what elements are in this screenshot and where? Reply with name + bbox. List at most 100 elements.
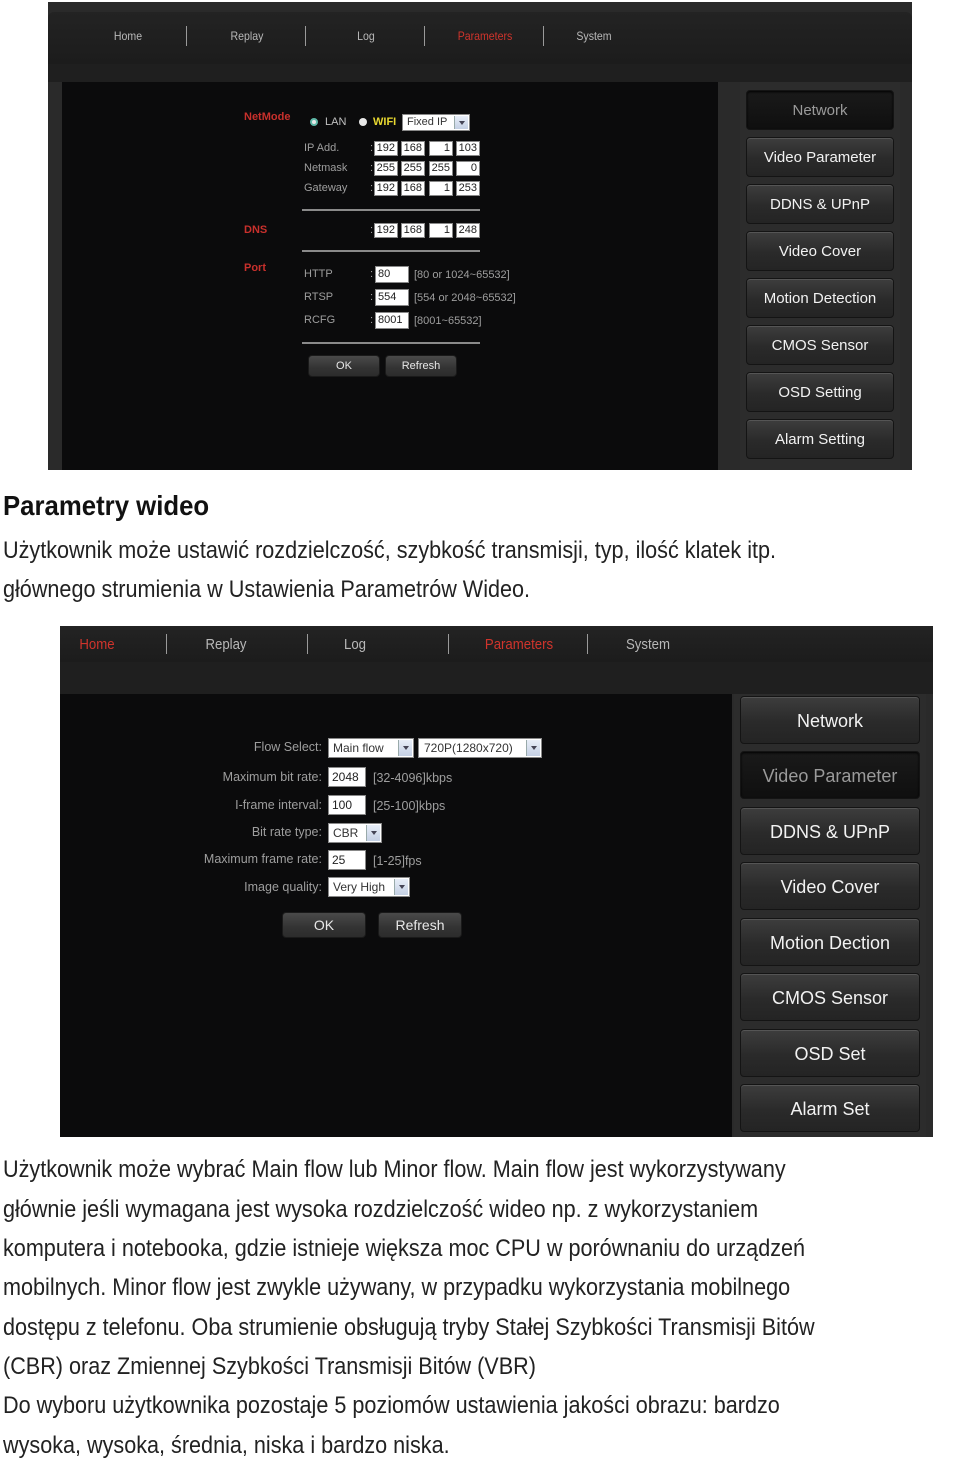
network-settings-screenshot: Home Replay Log Parameters System NetMod…: [48, 2, 912, 470]
tab-separator: [448, 634, 449, 654]
max-bit-rate-label: Maximum bit rate:: [222, 770, 322, 784]
colon: :: [370, 291, 374, 303]
sidebar-item-video-cover[interactable]: Video Cover: [740, 862, 920, 910]
image-quality-label: Image quality:: [244, 880, 322, 894]
tab-parameters[interactable]: Parameters: [450, 29, 520, 43]
chevron-down-icon: [394, 879, 408, 895]
colon: :: [370, 162, 374, 174]
settings-sidebar: Network Video Parameter DDNS & UPnP Vide…: [740, 82, 900, 470]
max-frame-rate-range: [1-25]fps: [373, 854, 422, 868]
ok-button[interactable]: OK: [282, 912, 366, 938]
sidebar-item-cmos-sensor[interactable]: CMOS Sensor: [746, 325, 894, 365]
dns-octet-1[interactable]: 192: [374, 223, 398, 238]
rtsp-port-range: [554 or 2048~65532]: [414, 292, 516, 304]
intro-line-2: głównego strumienia w Ustawienia Paramet…: [3, 576, 531, 603]
netmask-octet-3[interactable]: 255: [429, 161, 453, 176]
divider: [302, 342, 480, 344]
sidebar-item-ddns-upnp[interactable]: DDNS & UPnP: [740, 807, 920, 855]
netmask-octet-4[interactable]: 0: [456, 161, 480, 176]
netmask-octet-1[interactable]: 255: [374, 161, 398, 176]
tab-system[interactable]: System: [568, 29, 621, 43]
tab-replay[interactable]: Replay: [193, 636, 258, 653]
sidebar-item-osd-setting[interactable]: OSD Setting: [746, 372, 894, 412]
divider: [302, 209, 480, 211]
tab-separator: [307, 634, 308, 654]
gateway-octet-1[interactable]: 192: [374, 181, 398, 196]
ip-octet-4[interactable]: 103: [456, 141, 480, 156]
http-port-input[interactable]: 80: [375, 266, 409, 283]
tab-home[interactable]: Home: [64, 636, 129, 653]
resolution-value: 720P(1280x720): [424, 741, 513, 755]
image-quality-dropdown[interactable]: Very High: [328, 877, 410, 897]
wifi-radio[interactable]: [359, 118, 367, 126]
sidebar-item-motion-detection[interactable]: Motion Detection: [746, 278, 894, 318]
tab-separator: [587, 634, 588, 654]
sidebar-item-video-parameter[interactable]: Video Parameter: [740, 751, 920, 799]
video-parameter-screenshot: Home Replay Log Parameters System Flow S…: [60, 626, 933, 1137]
dns-octet-4[interactable]: 248: [456, 223, 480, 238]
lan-radio[interactable]: [310, 118, 318, 126]
iframe-interval-input[interactable]: 100: [328, 795, 366, 815]
netmask-label: Netmask: [304, 162, 348, 174]
bit-rate-type-dropdown[interactable]: CBR: [328, 823, 382, 843]
tab-log[interactable]: Log: [333, 636, 377, 653]
sidebar-item-motion-dection[interactable]: Motion Dection: [740, 918, 920, 966]
bit-rate-type-value: CBR: [333, 826, 359, 840]
body-line-3: komputera i notebooka, gdzie istnieje wi…: [3, 1235, 806, 1262]
ip-address-label: IP Add.: [304, 142, 340, 154]
network-content-panel: NetMode LAN WIFI Fixed IP IP Add. : 192 …: [62, 82, 718, 470]
tab-separator: [166, 634, 167, 654]
sub-bar: [48, 64, 912, 82]
tab-parameters[interactable]: Parameters: [475, 636, 563, 653]
tab-home[interactable]: Home: [102, 29, 155, 43]
tab-system[interactable]: System: [613, 636, 683, 653]
video-content-panel: Flow Select: Main flow 720P(1280x720) Ma…: [60, 694, 732, 1137]
ip-mode-dropdown[interactable]: Fixed IP: [402, 114, 470, 131]
chevron-down-icon: [454, 116, 468, 129]
sidebar-item-network[interactable]: Network: [746, 90, 894, 130]
refresh-button[interactable]: Refresh: [378, 912, 462, 938]
sidebar-item-alarm-set[interactable]: Alarm Set: [740, 1084, 920, 1132]
max-bit-rate-input[interactable]: 2048: [328, 767, 366, 787]
dns-octet-2[interactable]: 168: [401, 223, 425, 238]
max-frame-rate-input[interactable]: 25: [328, 850, 366, 870]
divider: [302, 250, 480, 252]
sidebar-item-video-parameter[interactable]: Video Parameter: [746, 137, 894, 177]
rtsp-port-input[interactable]: 554: [375, 289, 409, 306]
chevron-down-icon: [398, 740, 412, 756]
flow-value: Main flow: [333, 741, 384, 755]
gateway-octet-3[interactable]: 1: [429, 181, 453, 196]
http-port-range: [80 or 1024~65532]: [414, 269, 510, 281]
sidebar-item-ddns-upnp[interactable]: DDNS & UPnP: [746, 184, 894, 224]
resolution-dropdown[interactable]: 720P(1280x720): [418, 738, 542, 758]
chevron-down-icon: [526, 740, 540, 756]
gateway-octet-2[interactable]: 168: [401, 181, 425, 196]
intro-line-1: Użytkownik może ustawić rozdzielczość, s…: [3, 537, 777, 564]
port-label: Port: [244, 262, 266, 274]
sidebar-item-cmos-sensor[interactable]: CMOS Sensor: [740, 973, 920, 1021]
refresh-button[interactable]: Refresh: [385, 355, 457, 377]
tab-replay[interactable]: Replay: [221, 29, 274, 43]
gateway-octet-4[interactable]: 253: [456, 181, 480, 196]
ip-octet-3[interactable]: 1: [429, 141, 453, 156]
flow-dropdown[interactable]: Main flow: [328, 738, 414, 758]
sidebar-item-alarm-setting[interactable]: Alarm Setting: [746, 419, 894, 459]
netmask-octet-2[interactable]: 255: [401, 161, 425, 176]
ok-button[interactable]: OK: [308, 355, 380, 377]
body-line-6: (CBR) oraz Zmiennej Szybkości Transmisji…: [3, 1353, 536, 1380]
tab-separator: [305, 26, 306, 46]
tab-log[interactable]: Log: [340, 29, 393, 43]
ip-octet-1[interactable]: 192: [374, 141, 398, 156]
ip-mode-value: Fixed IP: [407, 116, 448, 128]
ip-octet-2[interactable]: 168: [401, 141, 425, 156]
flow-select-label: Flow Select:: [253, 740, 322, 754]
colon: :: [370, 142, 374, 154]
body-line-4: mobilnych. Minor flow jest zwykle używan…: [3, 1274, 791, 1301]
iframe-interval-range: [25-100]kbps: [373, 799, 446, 813]
sidebar-item-network[interactable]: Network: [740, 696, 920, 744]
rcfg-port-input[interactable]: 8001: [375, 312, 409, 329]
dns-octet-3[interactable]: 1: [429, 223, 453, 238]
image-quality-value: Very High: [333, 880, 386, 894]
sidebar-item-osd-set[interactable]: OSD Set: [740, 1029, 920, 1077]
sidebar-item-video-cover[interactable]: Video Cover: [746, 231, 894, 271]
